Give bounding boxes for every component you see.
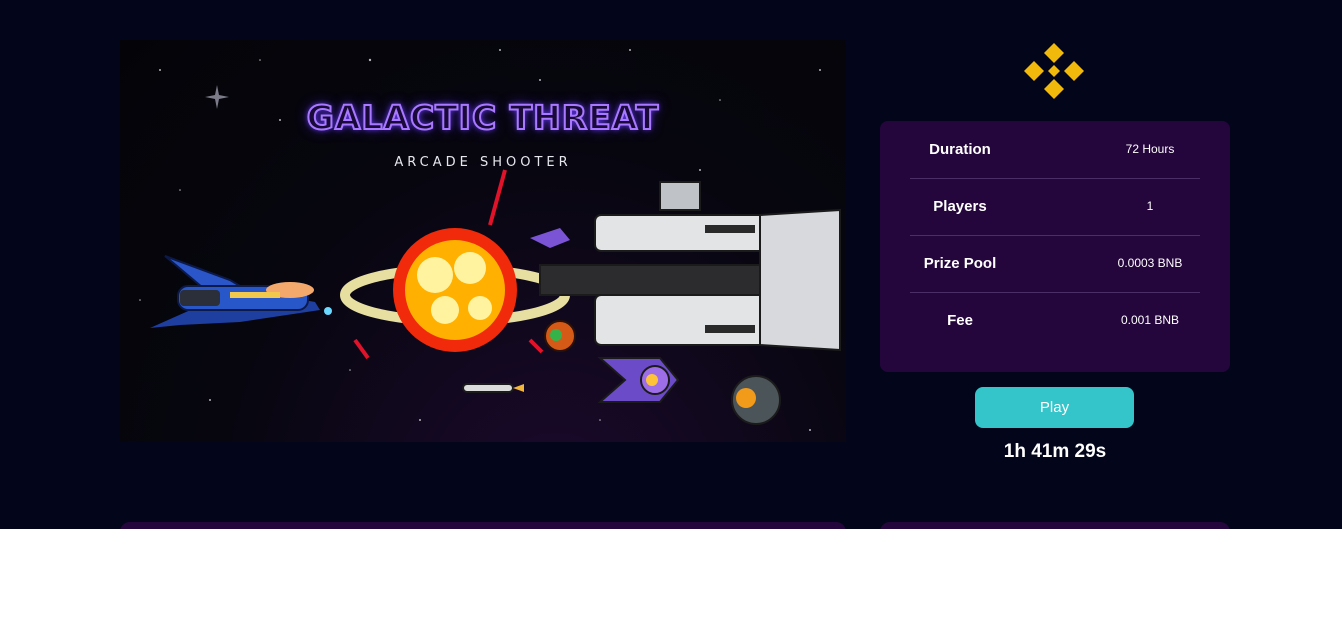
- game-page: GALACTIC THREAT ARCADE SHOOTER Duration …: [0, 0, 1342, 529]
- page-below-fold: [0, 529, 1342, 625]
- info-row-prize-pool: Prize Pool 0.0003 BNB: [910, 235, 1200, 293]
- explosion-effect: [340, 169, 570, 360]
- lower-card-left: [120, 522, 846, 529]
- prize-pool-label: Prize Pool: [923, 255, 997, 272]
- game-banner: GALACTIC THREAT ARCADE SHOOTER: [120, 40, 846, 442]
- info-row-players: Players 1: [910, 178, 1200, 236]
- missile: [462, 383, 524, 393]
- players-label: Players: [933, 198, 987, 215]
- prize-pool-value: 0.0003 BNB: [1117, 256, 1183, 270]
- game-info-card: Duration 72 Hours Players 1 Prize Pool 0…: [880, 121, 1230, 372]
- duration-value: 72 Hours: [1125, 142, 1175, 156]
- player-ship: [150, 255, 332, 328]
- play-button[interactable]: Play: [975, 387, 1134, 428]
- info-row-duration: Duration 72 Hours: [910, 121, 1200, 179]
- info-row-fee: Fee 0.001 BNB: [910, 292, 1200, 349]
- game-subtitle: ARCADE SHOOTER: [394, 155, 572, 170]
- lower-card-right: [880, 522, 1230, 529]
- duration-label: Duration: [929, 141, 991, 158]
- small-enemy-ship: [530, 228, 570, 248]
- game-title: GALACTIC THREAT: [306, 97, 660, 138]
- enemy-mothership: [539, 181, 841, 352]
- fee-value: 0.001 BNB: [1120, 313, 1180, 327]
- binance-icon: [1024, 41, 1084, 101]
- purple-enemy-ship: [597, 357, 680, 403]
- countdown-timer: 1h 41m 29s: [1003, 441, 1107, 462]
- players-value: 1: [1146, 199, 1154, 213]
- fee-label: Fee: [947, 312, 973, 329]
